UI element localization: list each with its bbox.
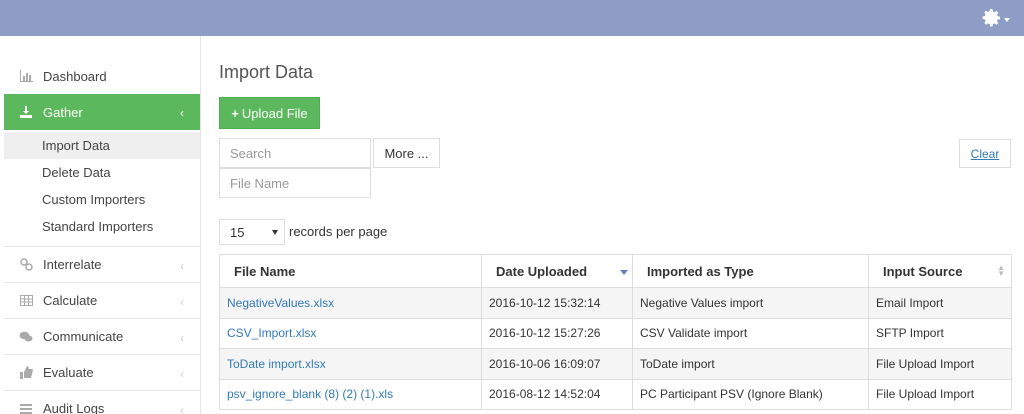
chevron-left-icon: ‹ [180, 295, 184, 309]
bar-chart-icon [19, 69, 33, 83]
link-icon [19, 258, 33, 272]
sort-icon: ▲ ▼ [997, 263, 1005, 278]
sidebar-item-label: Communicate [43, 329, 124, 344]
column-header-label: File Name [234, 263, 296, 279]
table-row: CSV_Import.xlsx 2016-10-12 15:27:26 CSV … [219, 317, 1012, 349]
more-filters-button[interactable]: More ... [373, 138, 440, 168]
plus-icon: + [231, 105, 239, 121]
sidebar-item-communicate[interactable]: Communicate ‹ [4, 319, 200, 355]
comments-icon [19, 330, 33, 344]
chevron-left-icon: ‹ [180, 403, 184, 414]
column-header-imported-as-type[interactable]: Imported as Type [632, 254, 869, 288]
records-per-page-select[interactable]: 15 [219, 219, 285, 245]
column-header-date-uploaded[interactable]: Date Uploaded [481, 254, 633, 288]
cell-input-source: Email Import [868, 287, 1012, 319]
submenu-item-import-data[interactable]: Import Data [4, 132, 200, 159]
file-link[interactable]: psv_ignore_blank (8) (2) (1).xls [227, 387, 393, 401]
cell-imported-as-type: CSV Validate import [632, 317, 869, 349]
cell-imported-as-type: PC Participant PSV (Ignore Blank) [632, 378, 869, 410]
file-link[interactable]: NegativeValues.xlsx [227, 296, 334, 310]
sidebar-item-label: Audit Logs [43, 401, 105, 414]
cell-file-name: CSV_Import.xlsx [219, 317, 482, 349]
sidebar-item-label: Interrelate [43, 257, 102, 272]
cell-date-uploaded: 2016-10-06 16:09:07 [481, 348, 633, 380]
table-row: psv_ignore_blank (8) (2) (1).xls 2016-08… [219, 378, 1012, 410]
column-header-label: Date Uploaded [496, 263, 588, 279]
table-icon [19, 294, 33, 308]
submenu-item-custom-importers[interactable]: Custom Importers [4, 186, 200, 213]
download-icon [19, 105, 33, 119]
top-bar [0, 0, 1024, 36]
sidebar-item-label: Dashboard [43, 68, 107, 84]
submenu-item-delete-data[interactable]: Delete Data [4, 159, 200, 186]
cell-imported-as-type: Negative Values import [632, 287, 869, 319]
sidebar-item-evaluate[interactable]: Evaluate ‹ [4, 355, 200, 391]
sort-desc-icon [620, 270, 628, 275]
records-per-page-label: records per page [289, 224, 388, 239]
cell-file-name: NegativeValues.xlsx [219, 287, 482, 319]
column-header-label: Input Source [883, 263, 963, 279]
cell-input-source: SFTP Import [868, 317, 1012, 349]
submenu-item-standard-importers[interactable]: Standard Importers [4, 213, 200, 240]
upload-file-label: Upload File [241, 105, 308, 121]
sidebar-item-gather[interactable]: Gather ‹ [4, 94, 200, 130]
page-title: Import Data [219, 62, 314, 82]
gear-icon[interactable] [982, 8, 1002, 28]
sidebar: Dashboard Gather ‹ Import Data Delete Da… [4, 36, 201, 414]
table-row: ToDate import.xlsx 2016-10-06 16:09:07 T… [219, 348, 1012, 380]
cell-date-uploaded: 2016-08-12 14:52:04 [481, 378, 633, 410]
sidebar-item-label: Evaluate [43, 365, 94, 380]
table-header-row: File Name Date Uploaded Imported as Type… [219, 254, 1012, 288]
thumbs-up-icon [19, 366, 33, 380]
sidebar-item-calculate[interactable]: Calculate ‹ [4, 283, 200, 319]
sidebar-item-interrelate[interactable]: Interrelate ‹ [4, 247, 200, 283]
import-files-table: File Name Date Uploaded Imported as Type… [219, 254, 1012, 410]
column-header-input-source[interactable]: Input Source ▲ ▼ [868, 254, 1012, 288]
cell-imported-as-type: ToDate import [632, 348, 869, 380]
sidebar-item-label: Gather [43, 104, 83, 120]
cell-file-name: psv_ignore_blank (8) (2) (1).xls [219, 378, 482, 410]
file-name-input[interactable] [219, 168, 371, 198]
file-link[interactable]: ToDate import.xlsx [227, 357, 326, 371]
cell-date-uploaded: 2016-10-12 15:32:14 [481, 287, 633, 319]
records-per-page-value: 15 [230, 224, 245, 240]
sidebar-item-dashboard[interactable]: Dashboard [4, 58, 200, 94]
chevron-left-icon: ‹ [180, 331, 184, 345]
gather-submenu: Import Data Delete Data Custom Importers… [4, 130, 200, 247]
chevron-left-icon: ‹ [180, 367, 184, 381]
search-input[interactable] [219, 138, 371, 168]
column-header-label: Imported as Type [647, 263, 754, 279]
column-header-file-name[interactable]: File Name [219, 254, 482, 288]
clear-button[interactable]: Clear [959, 139, 1011, 168]
chevron-left-icon: ‹ [180, 106, 184, 120]
sidebar-item-label: Calculate [43, 293, 98, 308]
upload-file-button[interactable]: + Upload File [219, 97, 320, 129]
cell-file-name: ToDate import.xlsx [219, 348, 482, 380]
cell-input-source: File Upload Import [868, 378, 1012, 410]
file-link[interactable]: CSV_Import.xlsx [227, 326, 316, 340]
table-row: NegativeValues.xlsx 2016-10-12 15:32:14 … [219, 287, 1012, 319]
sidebar-item-audit-logs[interactable]: Audit Logs ‹ [4, 391, 200, 414]
cell-input-source: File Upload Import [868, 348, 1012, 380]
list-icon [19, 402, 33, 414]
settings-caret-icon[interactable] [1004, 18, 1010, 22]
cell-date-uploaded: 2016-10-12 15:27:26 [481, 317, 633, 349]
caret-down-icon [272, 230, 278, 235]
chevron-left-icon: ‹ [180, 259, 184, 273]
